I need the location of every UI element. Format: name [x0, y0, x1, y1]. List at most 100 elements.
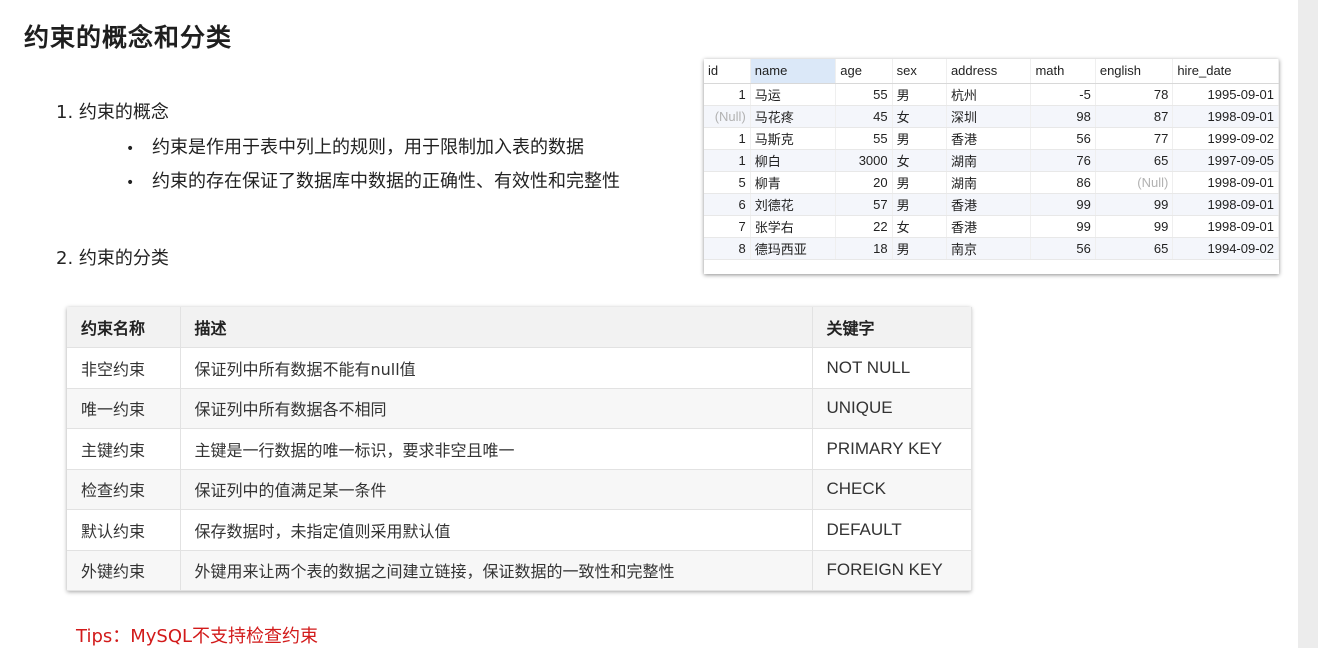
db-grid-row[interactable]: 8 德玛西亚 18 男 南京 56 65 1994-09-02	[704, 237, 1279, 260]
db-cell[interactable]: 男	[892, 171, 947, 194]
db-cell[interactable]: 20	[835, 171, 893, 194]
db-grid-row[interactable]: 1 柳白 3000 女 湖南 76 65 1997-09-05	[704, 149, 1279, 172]
table-row: 主键约束 主键是一行数据的唯一标识，要求非空且唯一 PRIMARY KEY	[67, 428, 972, 470]
db-column-header[interactable]: address	[946, 59, 1032, 84]
db-cell[interactable]: 1997-09-05	[1172, 149, 1279, 172]
db-cell[interactable]: 湖南	[946, 171, 1032, 194]
db-cell[interactable]: 男	[892, 193, 947, 216]
db-grid-row[interactable]: (Null) 马花疼 45 女 深圳 98 87 1998-09-01	[704, 105, 1279, 128]
db-cell[interactable]: 56	[1030, 237, 1096, 260]
db-cell[interactable]: 86	[1030, 171, 1096, 194]
db-cell[interactable]: 女	[892, 215, 947, 238]
tips-note: Tips：MySQL不支持检查约束	[76, 626, 319, 647]
db-cell[interactable]: 56	[1030, 127, 1096, 150]
db-grid-row[interactable]: 1 马斯克 55 男 香港 56 77 1999-09-02	[704, 127, 1279, 150]
db-cell[interactable]: 香港	[946, 127, 1032, 150]
db-cell[interactable]: 男	[892, 83, 947, 106]
constraint-description: 保证列中所有数据各不相同	[180, 388, 813, 429]
db-cell[interactable]: 18	[835, 237, 893, 260]
constraint-description: 主键是一行数据的唯一标识，要求非空且唯一	[180, 428, 813, 470]
db-cell[interactable]: 6	[704, 193, 751, 216]
db-cell[interactable]: 柳白	[750, 149, 837, 172]
db-column-header[interactable]: math	[1030, 59, 1096, 84]
db-cell[interactable]: 1	[704, 83, 751, 106]
db-cell[interactable]: 柳青	[750, 171, 837, 194]
db-grid-row[interactable]: 1 马运 55 男 杭州 -5 78 1995-09-01	[704, 83, 1279, 106]
concept-bullet-list: • 约束是作用于表中列上的规则，用于限制加入表的数据 • 约束的存在保证了数据库中数…	[126, 133, 620, 201]
db-cell[interactable]: 香港	[946, 193, 1032, 216]
db-cell-null[interactable]: (Null)	[1095, 171, 1174, 194]
db-cell[interactable]: 98	[1030, 105, 1096, 128]
db-cell[interactable]: 1999-09-02	[1172, 127, 1279, 150]
db-cell[interactable]: 杭州	[946, 83, 1032, 106]
db-cell[interactable]: 65	[1095, 149, 1174, 172]
constraint-name: 主键约束	[67, 428, 181, 470]
db-cell[interactable]: 深圳	[946, 105, 1032, 128]
db-cell[interactable]: 1	[704, 149, 751, 172]
db-cell[interactable]: 99	[1030, 193, 1096, 216]
db-cell[interactable]: 77	[1095, 127, 1174, 150]
db-cell[interactable]: 马运	[750, 83, 837, 106]
db-cell[interactable]: 99	[1095, 215, 1174, 238]
db-column-header[interactable]: age	[835, 59, 893, 84]
db-column-header-selected[interactable]: name	[750, 59, 837, 84]
db-cell[interactable]: 女	[892, 149, 947, 172]
db-cell[interactable]: 8	[704, 237, 751, 260]
db-cell[interactable]: 香港	[946, 215, 1032, 238]
constraint-keyword: FOREIGN KEY	[812, 550, 972, 591]
db-cell-null[interactable]: (Null)	[704, 105, 751, 128]
db-cell[interactable]: 99	[1030, 215, 1096, 238]
db-column-header[interactable]: sex	[892, 59, 947, 84]
constraint-name: 检查约束	[67, 469, 181, 510]
db-column-header[interactable]: hire_date	[1172, 59, 1279, 84]
db-grid-row[interactable]: 5 柳青 20 男 湖南 86 (Null) 1998-09-01	[704, 171, 1279, 194]
constraint-name: 唯一约束	[67, 388, 181, 429]
constraint-name: 非空约束	[67, 347, 181, 389]
db-cell[interactable]: 57	[835, 193, 893, 216]
right-scrollbar[interactable]	[1298, 0, 1318, 648]
db-cell[interactable]: 湖南	[946, 149, 1032, 172]
db-cell[interactable]: 78	[1095, 83, 1174, 106]
db-cell[interactable]: 刘德花	[750, 193, 837, 216]
db-cell[interactable]: 1998-09-01	[1172, 105, 1279, 128]
db-column-header[interactable]: english	[1095, 59, 1174, 84]
constraint-keyword: NOT NULL	[812, 347, 972, 389]
db-cell[interactable]: 1998-09-01	[1172, 193, 1279, 216]
db-cell[interactable]: 3000	[835, 149, 893, 172]
db-cell[interactable]: 1998-09-01	[1172, 215, 1279, 238]
db-cell[interactable]: 5	[704, 171, 751, 194]
table-row: 外键约束 外键用来让两个表的数据之间建立链接，保证数据的一致性和完整性 FORE…	[67, 550, 972, 591]
db-cell[interactable]: 22	[835, 215, 893, 238]
db-grid-row[interactable]: 6 刘德花 57 男 香港 99 99 1998-09-01	[704, 193, 1279, 216]
db-cell[interactable]: 德玛西亚	[750, 237, 837, 260]
db-cell[interactable]: 99	[1095, 193, 1174, 216]
bullet-text: 约束是作用于表中列上的规则，用于限制加入表的数据	[152, 137, 584, 158]
db-cell[interactable]: 马斯克	[750, 127, 837, 150]
db-grid-row[interactable]: 7 张学右 22 女 香港 99 99 1998-09-01	[704, 215, 1279, 238]
bullet-text: 约束的存在保证了数据库中数据的正确性、有效性和完整性	[152, 171, 620, 192]
db-column-header[interactable]: id	[704, 59, 751, 84]
constraint-keyword: UNIQUE	[812, 388, 972, 429]
column-header-keyword: 关键字	[812, 307, 972, 348]
db-cell[interactable]: 1994-09-02	[1172, 237, 1279, 260]
constraint-keyword: PRIMARY KEY	[812, 428, 972, 470]
db-cell[interactable]: 马花疼	[750, 105, 837, 128]
db-cell[interactable]: 男	[892, 127, 947, 150]
db-cell[interactable]: 女	[892, 105, 947, 128]
db-cell[interactable]: -5	[1030, 83, 1096, 106]
db-cell[interactable]: 7	[704, 215, 751, 238]
db-cell[interactable]: 1995-09-01	[1172, 83, 1279, 106]
db-cell[interactable]: 45	[835, 105, 893, 128]
db-cell[interactable]: 65	[1095, 237, 1174, 260]
db-cell[interactable]: 1	[704, 127, 751, 150]
db-cell[interactable]: 55	[835, 83, 893, 106]
db-cell[interactable]: 55	[835, 127, 893, 150]
db-cell[interactable]: 1998-09-01	[1172, 171, 1279, 194]
db-cell[interactable]: 南京	[946, 237, 1032, 260]
bullet-item: • 约束是作用于表中列上的规则，用于限制加入表的数据	[126, 133, 620, 167]
db-cell[interactable]: 张学右	[750, 215, 837, 238]
db-cell[interactable]: 76	[1030, 149, 1096, 172]
db-cell[interactable]: 男	[892, 237, 947, 260]
bullet-dot-icon: •	[126, 141, 135, 157]
db-cell[interactable]: 87	[1095, 105, 1174, 128]
